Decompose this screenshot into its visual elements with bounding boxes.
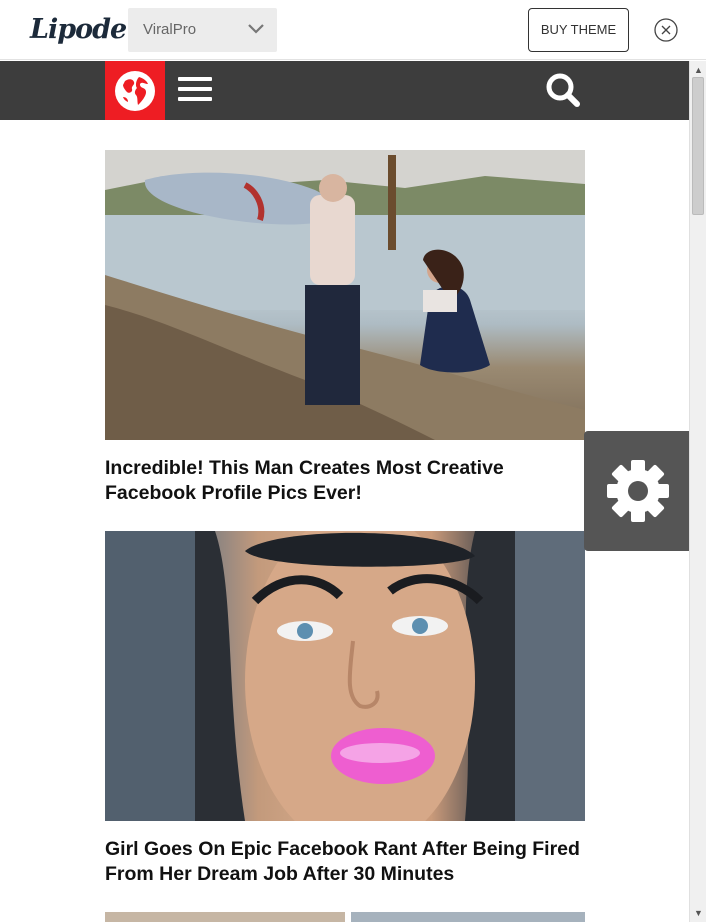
scroll-down-arrow-icon[interactable]: ▼ xyxy=(694,908,703,918)
close-icon[interactable] xyxy=(654,18,678,42)
post-thumbnail xyxy=(351,912,585,922)
scroll-up-arrow-icon[interactable]: ▲ xyxy=(694,65,703,75)
post-title-link[interactable]: Girl Goes On Epic Facebook Rant After Be… xyxy=(105,837,585,887)
post-card: Incredible! This Man Creates Most Creati… xyxy=(105,150,585,506)
post-title-link[interactable]: Incredible! This Man Creates Most Creati… xyxy=(105,456,585,506)
buy-theme-button[interactable]: BUY THEME xyxy=(528,8,629,52)
lipode-logo[interactable]: Lipode xyxy=(30,14,127,45)
vertical-scrollbar[interactable]: ▲ ▼ xyxy=(689,61,706,922)
post-thumbnail-illustration xyxy=(105,150,585,440)
site-navbar xyxy=(0,61,689,120)
theme-select-dropdown[interactable]: ViralPro xyxy=(128,8,277,52)
theme-select-value: ViralPro xyxy=(143,21,197,38)
preview-frame: Incredible! This Man Creates Most Creati… xyxy=(0,61,706,922)
post-thumbnail xyxy=(105,912,345,922)
settings-panel-toggle[interactable] xyxy=(584,431,689,551)
theme-preview-bar: Lipode ViralPro BUY THEME xyxy=(0,0,706,60)
gear-icon xyxy=(607,460,669,522)
post-thumbnail[interactable] xyxy=(105,150,585,440)
post-card-partial[interactable] xyxy=(105,912,585,922)
search-icon[interactable] xyxy=(544,71,582,109)
hamburger-menu-icon[interactable] xyxy=(178,77,212,105)
chevron-down-icon xyxy=(248,24,264,34)
post-thumbnail-illustration xyxy=(105,531,585,821)
globe-icon xyxy=(115,71,155,111)
scrollbar-thumb[interactable] xyxy=(692,77,704,215)
post-card: Girl Goes On Epic Facebook Rant After Be… xyxy=(105,531,585,887)
home-logo-button[interactable] xyxy=(105,61,165,120)
post-thumbnail[interactable] xyxy=(105,531,585,821)
